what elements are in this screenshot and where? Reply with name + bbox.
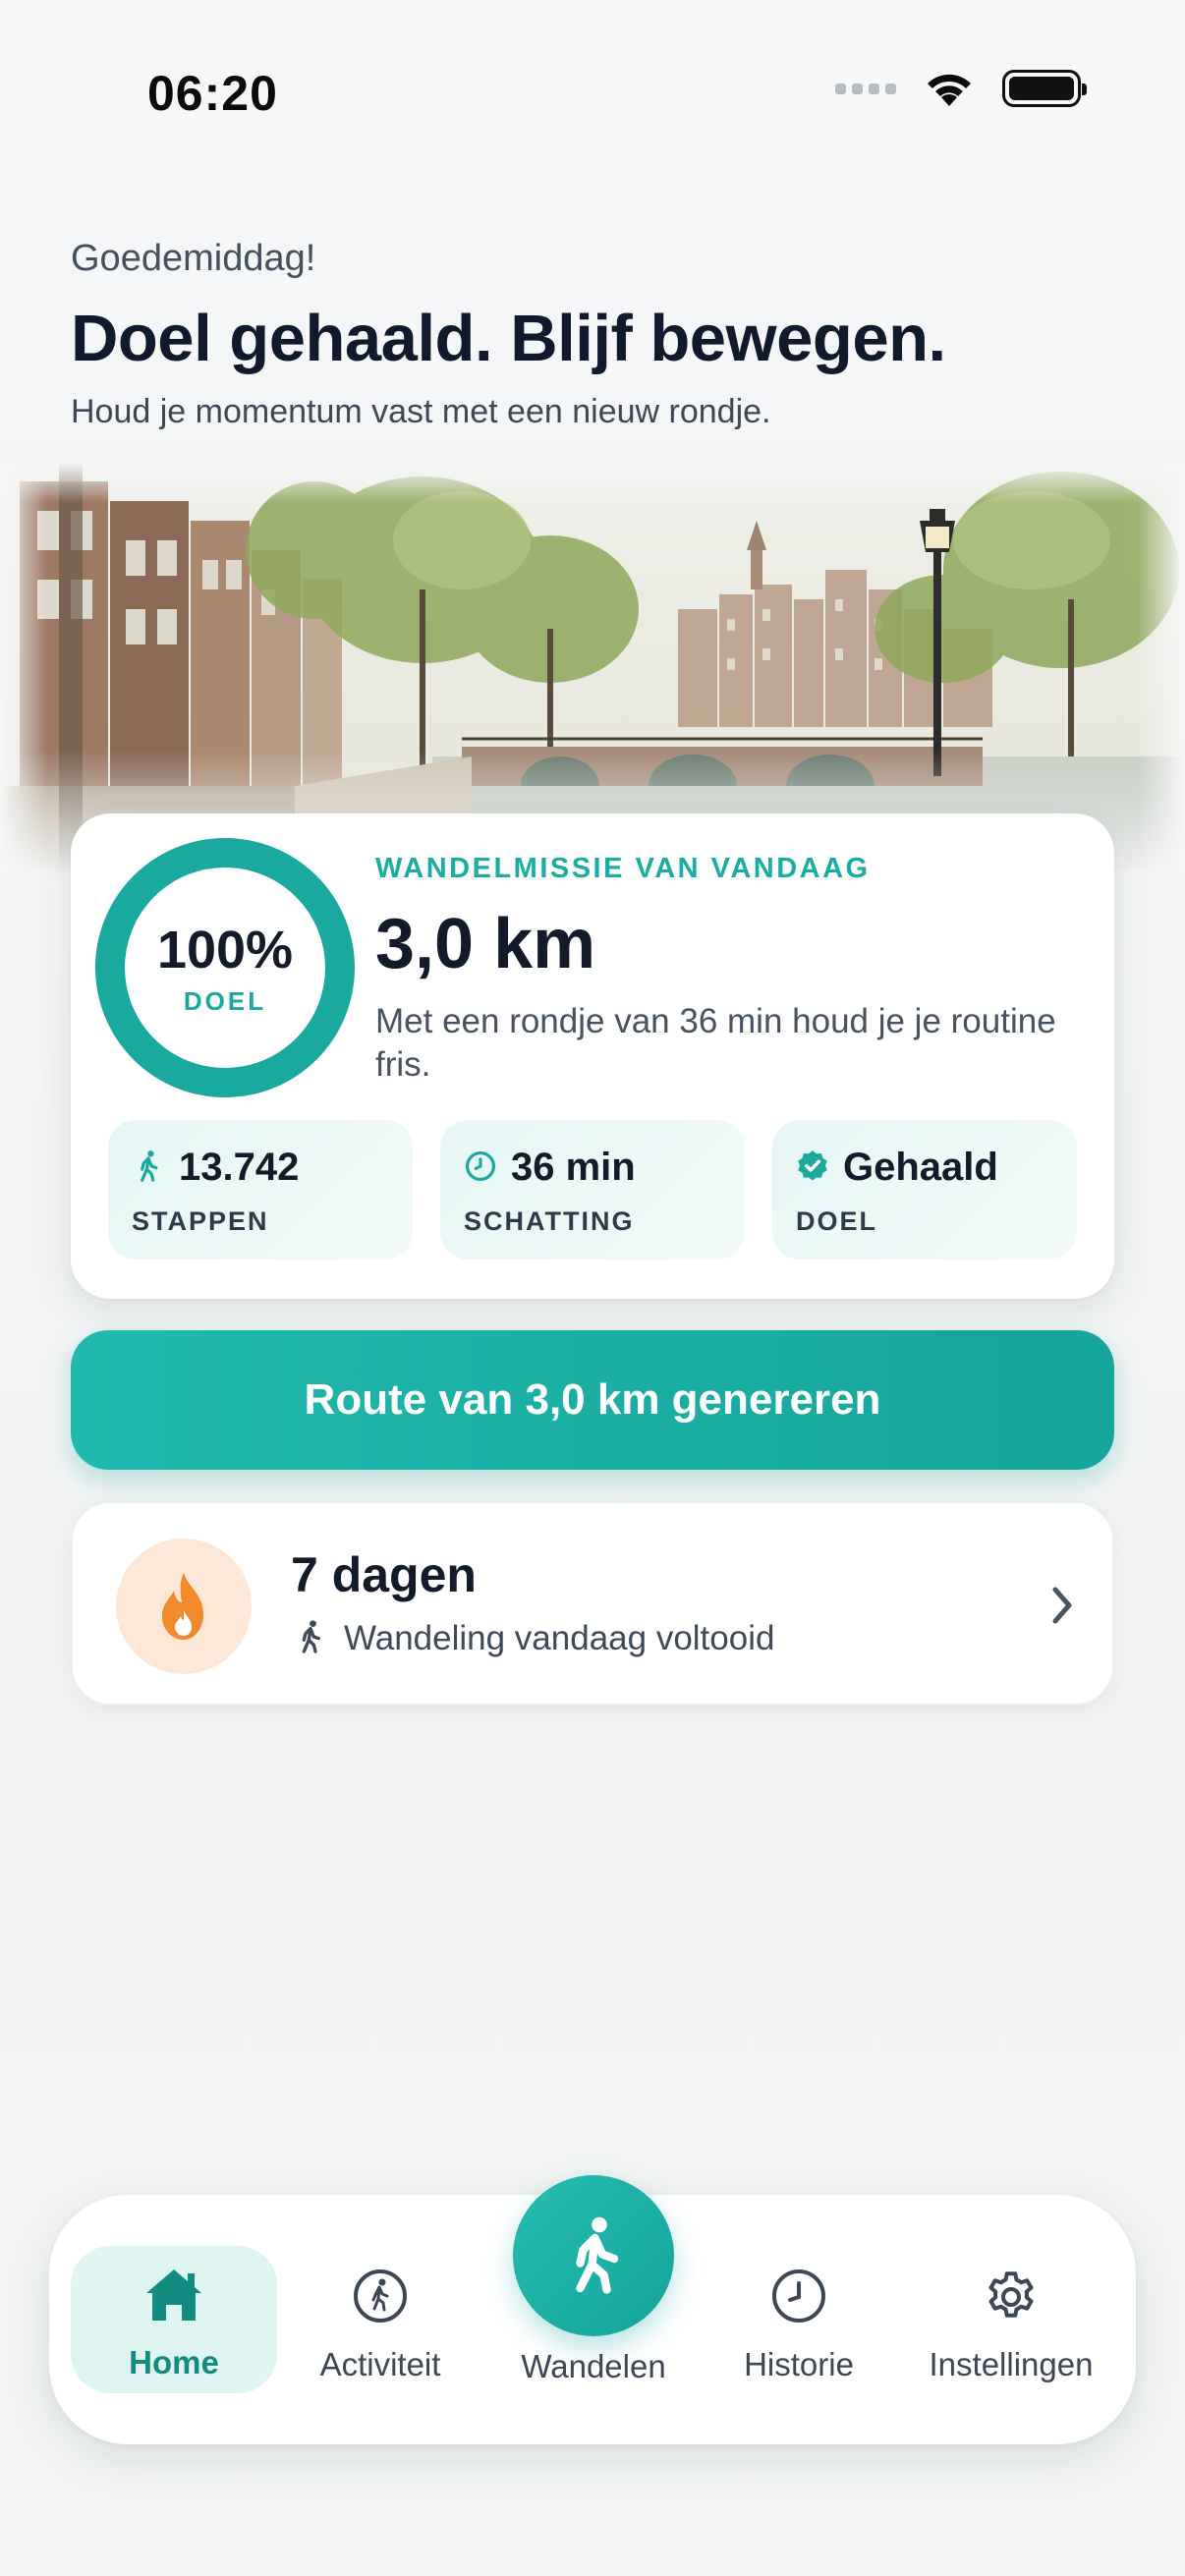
tab-home[interactable]: Home <box>71 2246 277 2393</box>
battery-icon <box>1002 70 1087 107</box>
walking-icon <box>576 2216 619 2294</box>
streak-card[interactable]: 7 dagen Wandeling vandaag voltooid <box>71 1501 1114 1706</box>
flame-badge <box>116 1539 252 1674</box>
mission-description: Met een rondje van 36 min houd je je rou… <box>375 1002 1056 1084</box>
greeting: Goedemiddag! <box>71 238 316 279</box>
tab-settings-label: Instellingen <box>929 2346 1094 2382</box>
stat-steps-label: STAPPEN <box>132 1206 269 1236</box>
status-time: 06:20 <box>147 66 278 121</box>
mission-eyebrow: WANDELMISSIE VAN VANDAAG <box>375 853 871 884</box>
stat-estimate-value: 36 min <box>511 1146 636 1189</box>
flame-icon <box>162 1573 203 1640</box>
status-indicators <box>835 69 1087 108</box>
gear-icon <box>988 2271 1034 2318</box>
tab-activity-label: Activiteit <box>319 2346 441 2382</box>
walking-icon <box>141 1150 158 1182</box>
tab-home-label: Home <box>129 2344 219 2380</box>
tab-settings[interactable]: Instellingen <box>908 2248 1114 2395</box>
clock-icon <box>465 1150 496 1182</box>
tab-history-label: Historie <box>744 2346 854 2382</box>
tab-walk-label: Wandelen <box>521 2348 666 2384</box>
cellular-signal-icon <box>835 83 896 94</box>
stat-estimate: 36 min SCHATTING <box>440 1120 745 1260</box>
streak-title: 7 dagen <box>291 1547 477 1602</box>
goal-progress-value: 100% <box>156 921 294 980</box>
streak-subtitle: Wandeling vandaag voltooid <box>344 1619 775 1657</box>
home-icon <box>146 2269 201 2321</box>
mission-card[interactable]: 100% DOEL WANDELMISSIE VAN VANDAAG 3,0 k… <box>71 813 1114 1299</box>
stat-steps: 13.742 STAPPEN <box>108 1120 413 1260</box>
page-subtitle: Houd je momentum vast met een nieuw rond… <box>71 393 771 430</box>
chevron-right-icon <box>1052 1587 1072 1624</box>
activity-icon <box>354 2269 407 2323</box>
mission-distance: 3,0 km <box>375 905 596 983</box>
generate-route-button[interactable]: Route van 3,0 km genereren <box>71 1330 1114 1470</box>
stat-goal: Gehaald DOEL <box>772 1120 1077 1260</box>
wifi-icon <box>928 74 971 106</box>
page-title: Doel gehaald. Blijf bewegen. <box>71 302 946 375</box>
stat-goal-value: Gehaald <box>843 1146 998 1189</box>
verified-badge-icon <box>798 1150 827 1181</box>
stat-steps-value: 13.742 <box>179 1146 300 1189</box>
stat-estimate-label: SCHATTING <box>464 1206 635 1236</box>
stat-goal-label: DOEL <box>796 1206 878 1236</box>
tab-history[interactable]: Historie <box>696 2248 902 2395</box>
tab-activity[interactable]: Activiteit <box>277 2248 483 2395</box>
walking-icon <box>302 1620 320 1653</box>
clock-icon <box>772 2269 825 2323</box>
start-walk-button[interactable] <box>513 2175 674 2336</box>
goal-progress-label: DOEL <box>183 986 267 1016</box>
hero-illustration <box>0 462 1185 874</box>
